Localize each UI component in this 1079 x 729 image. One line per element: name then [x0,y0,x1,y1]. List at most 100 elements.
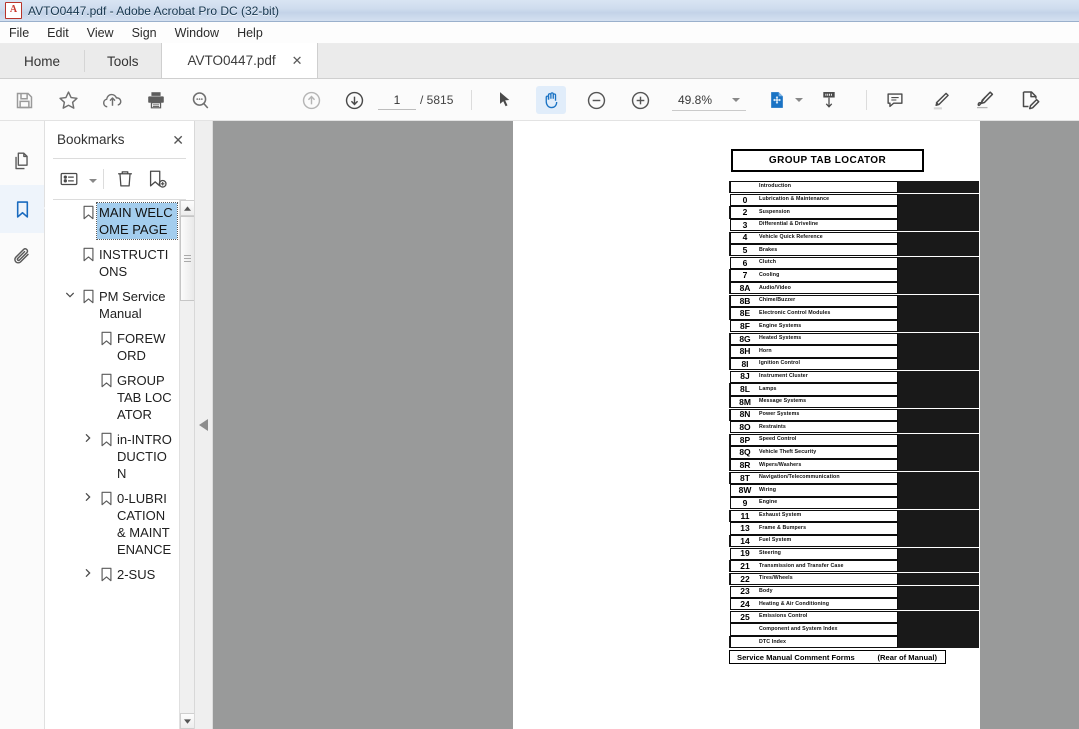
group-tab-row[interactable]: 8N Power Systems [729,408,979,421]
group-tab-row[interactable]: 8O Restraints [729,421,979,434]
group-tab-row[interactable]: 8J Instrument Cluster [729,370,979,383]
group-tab-row[interactable]: 11 Exhaust System [729,509,979,522]
document-viewport[interactable]: GROUP TAB LOCATOR Introduction 0 Lubricati… [195,121,1079,729]
group-tab-row[interactable]: 8E Electronic Control Modules [729,307,979,320]
bookmark-item-group-tab-locator[interactable]: GROUP TAB LOCATOR [97,368,179,427]
fit-page-button[interactable] [760,79,794,121]
next-page-button[interactable] [334,79,374,121]
group-tab-row[interactable]: 8M Message Systems [729,395,979,409]
fill-and-sign-icon[interactable] [1010,79,1050,121]
group-tab-row[interactable]: 8P Speed Control [729,433,979,447]
page-number-input[interactable]: 1 [378,91,416,110]
group-tab-row[interactable]: 8F Engine Systems [729,320,979,333]
cloud-upload-icon[interactable] [92,79,132,121]
scroll-down-arrow-icon[interactable] [180,713,194,729]
bookmark-item-suspension[interactable]: 2-SUS [79,562,179,587]
group-tab-row[interactable]: 8R Wipers/Washers [729,459,979,472]
bookmark-item-foreword[interactable]: FOREWORD [97,326,179,368]
hand-tool-button[interactable] [536,86,566,114]
group-tab-row[interactable]: 8I Ignition Control [729,357,979,371]
group-tab-row[interactable]: 8H Horn [729,345,979,358]
select-tool-button[interactable] [485,79,525,121]
menu-edit[interactable]: Edit [38,24,78,42]
tab-home[interactable]: Home [0,44,84,78]
group-tab-row[interactable]: 8A Audio/Video [729,282,979,295]
chevron-right-icon[interactable] [79,489,97,502]
bookmark-item-main-welcome-page[interactable]: MAIN WELCOME PAGE [79,200,179,242]
close-icon[interactable]: ✕ [172,133,184,147]
group-tab-row[interactable]: 14 Fuel System [729,534,979,548]
menu-view[interactable]: View [78,24,123,42]
bookmark-item-lubrication-maintenance[interactable]: 0-LUBRICATION & MAINTENANCE [79,486,179,562]
collapse-left-arrow-icon[interactable] [195,121,213,729]
bookmark-options-icon[interactable] [51,164,87,194]
zoom-level-select[interactable]: 49.8% [672,90,746,111]
group-tab-row[interactable]: 8L Lamps [729,383,979,396]
menu-window[interactable]: Window [166,24,228,42]
menu-file[interactable]: File [0,24,38,42]
fit-page-chevron-down-icon[interactable] [795,98,803,102]
save-button[interactable] [4,79,44,121]
pdf-file-icon [5,2,22,19]
group-tab-row[interactable]: 5 Brakes [729,244,979,257]
sign-icon[interactable] [965,79,1005,121]
zoom-in-button[interactable] [620,79,660,121]
group-tab-row[interactable]: 23 Body [729,585,979,598]
group-tab-row[interactable]: 3 Differential & Driveline [729,218,979,232]
group-tab-row[interactable]: 8Q Vehicle Theft Security [729,446,979,459]
group-tab-row[interactable]: 7 Cooling [729,269,979,282]
bookmark-item-pm-service-manual[interactable]: PM Service Manual [61,284,179,326]
highlighter-icon[interactable] [920,79,960,121]
group-tab-label-box: DTC Index [730,636,898,649]
group-tab-label-box: Component and System Index [730,623,898,636]
group-tab-row[interactable]: 22 Tires/Wheels [729,572,979,586]
group-tab-row[interactable]: 6 Clutch [729,256,979,270]
tab-tools[interactable]: Tools [85,44,161,78]
group-tab-number: 9 [742,497,748,508]
group-tab-row[interactable]: 25 Emissions Control [729,610,979,624]
zoom-out-button[interactable] [576,79,616,121]
group-tab-row[interactable]: Component and System Index [729,623,979,636]
group-tab-name: Wiring [759,486,777,493]
group-tab-row[interactable]: 9 Engine [729,497,979,510]
menu-help[interactable]: Help [228,24,272,42]
star-icon[interactable] [48,79,88,121]
group-tab-row[interactable]: 19 Steering [729,547,979,560]
close-icon[interactable]: ✕ [292,54,303,67]
trash-icon[interactable] [110,164,140,194]
paperclip-icon[interactable] [0,233,44,281]
group-tab-row[interactable]: 2 Suspension [729,206,979,219]
print-button[interactable] [136,79,176,121]
chevron-right-icon[interactable] [79,565,97,578]
group-tab-row[interactable]: 8B Chime/Buzzer [729,294,979,308]
group-tab-row[interactable]: 21 Transmission and Transfer Case [729,560,979,573]
search-icon[interactable] [180,79,220,121]
group-tab-row[interactable]: 4 Vehicle Quick Reference [729,231,979,244]
chevron-right-icon[interactable] [79,430,97,443]
chevron-down-icon[interactable] [89,179,97,183]
group-tab-row[interactable]: Introduction [729,181,979,194]
menu-sign[interactable]: Sign [123,24,166,42]
bookmark-icon[interactable] [0,185,53,233]
group-tab-row[interactable]: DTC Index [729,636,979,649]
group-tab-row[interactable]: 8T Navigation/Telecommunication [729,471,979,484]
group-tab-number: 8J [740,371,750,382]
page-scrolling-button[interactable] [810,79,848,121]
bookmarks-scrollbar[interactable] [179,200,194,729]
new-bookmark-icon[interactable] [142,164,172,194]
group-tab-row[interactable]: 13 Frame & Bumpers [729,522,979,535]
bookmark-item-instructions[interactable]: INSTRUCTIONS [79,242,179,284]
group-tab-row[interactable]: 8W Wiring [729,484,979,497]
group-tab-row[interactable]: 8G Heated Systems [729,332,979,345]
bookmark-item-introduction[interactable]: in-INTRODUCTION [79,427,179,486]
previous-page-button[interactable] [291,79,331,121]
chevron-down-icon[interactable] [61,287,79,300]
page-thumbnails-icon[interactable] [0,137,44,185]
comment-icon[interactable] [875,79,915,121]
group-tab-row[interactable]: 0 Lubrication & Maintenance [729,193,979,206]
tab-document[interactable]: AVTO0447.pdf ✕ [160,43,318,78]
scroll-up-arrow-icon[interactable] [180,200,194,216]
scrollbar-thumb[interactable] [180,216,194,301]
group-tab-row[interactable]: 24 Heating & Air Conditioning [729,598,979,611]
group-tab-label-box: 21 Transmission and Transfer Case [730,560,898,573]
